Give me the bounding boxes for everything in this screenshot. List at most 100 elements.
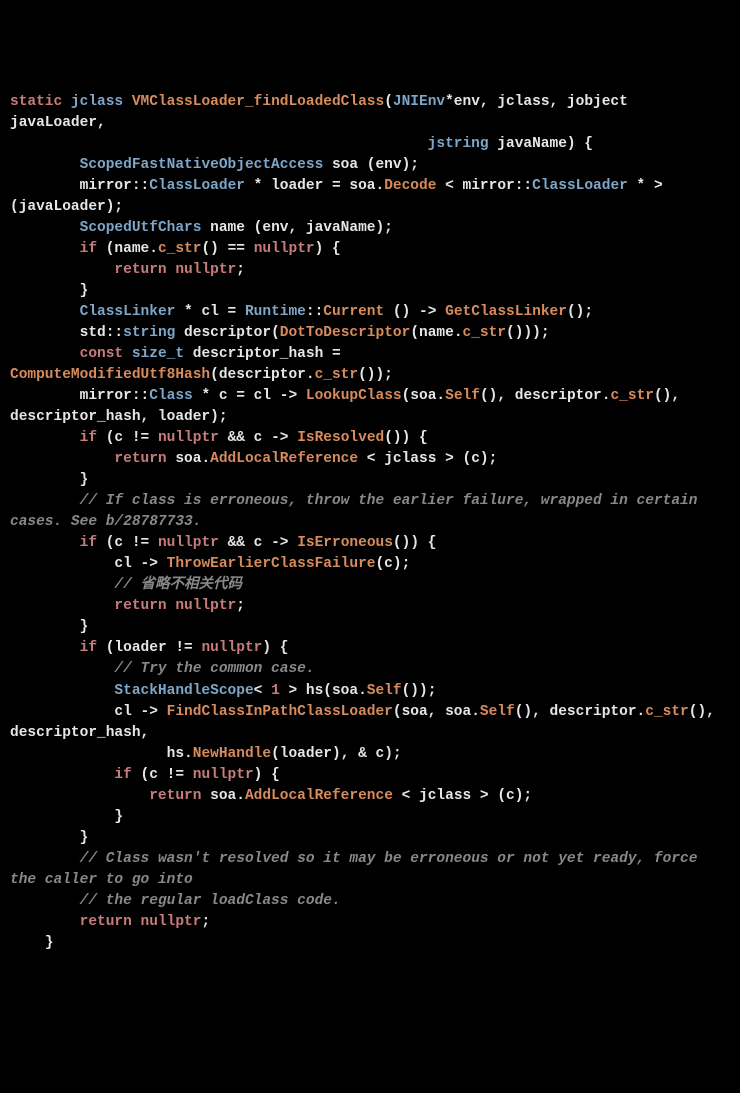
code-text: (loader), & c); [271, 746, 402, 762]
code-text: () == [201, 241, 253, 257]
code-text: cl -> [114, 556, 166, 572]
fn-cstr: c_str [610, 388, 654, 404]
code-block: static jclass VMClassLoader_findLoadedCl… [10, 92, 730, 954]
type-scopedutf: ScopedUtfChars [80, 220, 202, 236]
code-text: (), descriptor. [515, 704, 646, 720]
fn-iserroneous: IsErroneous [297, 535, 393, 551]
number: 1 [271, 683, 280, 699]
keyword-const: const [80, 346, 124, 362]
code-text: && c -> [219, 430, 297, 446]
keyword-nullptr: nullptr [201, 640, 262, 656]
fn-cstr: c_str [463, 325, 507, 341]
fn-computehash: ComputeModifiedUtf8Hash [10, 367, 210, 383]
code-text: soa. [167, 451, 211, 467]
keyword-return: return [80, 914, 132, 930]
keyword-return: return [114, 262, 166, 278]
comment: // Class wasn't resolved so it may be er… [10, 851, 706, 888]
code-text: descriptor_hash = [184, 346, 349, 362]
keyword-return: return [149, 788, 201, 804]
code-text: :: [306, 304, 323, 320]
code-text: (soa, soa. [393, 704, 480, 720]
code-text: (name. [410, 325, 462, 341]
type-classloader: ClassLoader [149, 178, 245, 194]
code-text: (descriptor. [210, 367, 314, 383]
type-classloader2: ClassLoader [532, 178, 628, 194]
code-text: soa. [201, 788, 245, 804]
code-text: () -> [384, 304, 445, 320]
code-text: descriptor( [175, 325, 279, 341]
fn-self: Self [445, 388, 480, 404]
code-text: < jclass > (c); [358, 451, 497, 467]
keyword-if: if [80, 430, 97, 446]
keyword-return: return [114, 451, 166, 467]
code-text: (loader != [97, 640, 201, 656]
code-text: ) { [315, 241, 341, 257]
code-text: ()); [358, 367, 393, 383]
code-text: std:: [80, 325, 124, 341]
code-text: (), descriptor. [480, 388, 611, 404]
code-text: (c != [97, 535, 158, 551]
code-text: (c != [132, 767, 193, 783]
keyword-nullptr: nullptr [193, 767, 254, 783]
fn-isresolved: IsResolved [297, 430, 384, 446]
fn-throwearlier: ThrowEarlierClassFailure [167, 556, 376, 572]
type-class: Class [149, 388, 193, 404]
type-string: string [123, 325, 175, 341]
code-text: (c != [97, 430, 158, 446]
type-jclass: jclass [71, 94, 123, 110]
code-text: (name. [97, 241, 158, 257]
code-text: ()) { [393, 535, 437, 551]
comment: // 省略不相关代码 [114, 577, 242, 593]
fn-self: Self [480, 704, 515, 720]
fn-getclasslinker: GetClassLinker [445, 304, 567, 320]
fn-self: Self [367, 683, 402, 699]
comment: // If class is erroneous, throw the earl… [10, 493, 706, 530]
keyword-nullptr: nullptr [175, 598, 236, 614]
keyword-if: if [114, 767, 131, 783]
code-text: name (env, javaName); [201, 220, 392, 236]
type-jnienv: JNIEnv [393, 94, 445, 110]
brace: } [80, 472, 89, 488]
code-text: && c -> [219, 535, 297, 551]
keyword-if: if [80, 241, 97, 257]
code-text: < mirror:: [436, 178, 532, 194]
fn-newhandle: NewHandle [193, 746, 271, 762]
fn-decode: Decode [384, 178, 436, 194]
keyword-static: static [10, 94, 62, 110]
keyword-return: return [114, 598, 166, 614]
fn-lookupclass: LookupClass [306, 388, 402, 404]
code-text: ) { [262, 640, 288, 656]
code-text: javaName) { [497, 136, 593, 152]
keyword-nullptr: nullptr [254, 241, 315, 257]
code-text: hs. [167, 746, 193, 762]
fn-current: Current [323, 304, 384, 320]
code-text: * c = cl -> [193, 388, 306, 404]
code-text: ()) { [384, 430, 428, 446]
code-text: (); [567, 304, 593, 320]
code-text: (c); [375, 556, 410, 572]
fn-addlocalref: AddLocalReference [210, 451, 358, 467]
brace: } [114, 809, 123, 825]
fn-findloaded: VMClassLoader_findLoadedClass [132, 94, 384, 110]
code-text: ())); [506, 325, 550, 341]
brace: } [80, 619, 89, 635]
keyword-if: if [80, 535, 97, 551]
code-text: (soa. [402, 388, 446, 404]
code-text: < jclass > (c); [393, 788, 532, 804]
fn-cstr: c_str [158, 241, 202, 257]
type-classlinker: ClassLinker [80, 304, 176, 320]
type-sizet: size_t [132, 346, 184, 362]
code-text: mirror:: [80, 178, 150, 194]
code-text: * loader = soa. [245, 178, 384, 194]
code-text: soa (env); [323, 157, 419, 173]
keyword-nullptr: nullptr [158, 535, 219, 551]
code-text: mirror:: [80, 388, 150, 404]
type-runtime: Runtime [245, 304, 306, 320]
keyword-nullptr: nullptr [141, 914, 202, 930]
brace: } [80, 830, 89, 846]
keyword-if: if [80, 640, 97, 656]
code-text: ()); [402, 683, 437, 699]
type-scopedfast: ScopedFastNativeObjectAccess [80, 157, 324, 173]
keyword-nullptr: nullptr [175, 262, 236, 278]
fn-dottodesc: DotToDescriptor [280, 325, 411, 341]
